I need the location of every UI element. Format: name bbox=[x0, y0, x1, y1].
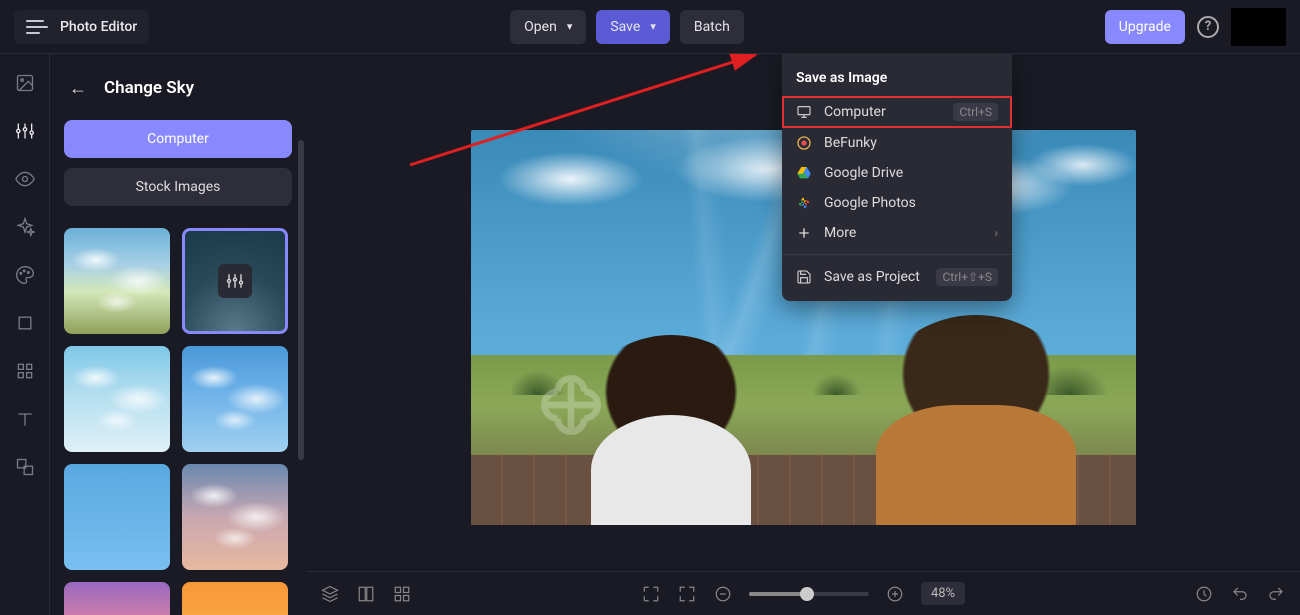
dropdown-item-label: BeFunky bbox=[824, 135, 877, 151]
google-photos-icon bbox=[796, 195, 812, 211]
chevron-right-icon: › bbox=[994, 226, 998, 240]
sky-thumb[interactable] bbox=[64, 582, 170, 615]
sky-thumbnail-grid bbox=[64, 228, 292, 615]
keyboard-shortcut: Ctrl+⇧+S bbox=[936, 268, 998, 286]
grid-icon[interactable] bbox=[392, 584, 412, 604]
dropdown-item-save-project[interactable]: Save as Project Ctrl+⇧+S bbox=[782, 261, 1012, 293]
save-icon bbox=[796, 269, 812, 285]
crop-tool-icon[interactable] bbox=[14, 312, 36, 334]
topbar: Photo Editor Open ▾ Save ▾ Batch Upgrade… bbox=[0, 0, 1300, 54]
chevron-down-icon: ▾ bbox=[650, 20, 656, 33]
help-icon[interactable]: ? bbox=[1197, 16, 1219, 38]
sky-thumb[interactable] bbox=[182, 346, 288, 452]
user-avatar[interactable] bbox=[1231, 8, 1286, 46]
bottom-left-group bbox=[320, 584, 412, 604]
back-button[interactable]: ← bbox=[64, 74, 92, 102]
compare-icon[interactable] bbox=[356, 584, 376, 604]
sky-thumb[interactable] bbox=[64, 228, 170, 334]
zoom-slider[interactable] bbox=[749, 592, 869, 596]
image-tool-icon[interactable] bbox=[14, 72, 36, 94]
batch-label: Batch bbox=[694, 19, 730, 35]
top-center-buttons: Open ▾ Save ▾ Batch bbox=[510, 10, 744, 44]
dropdown-item-befunky[interactable]: BeFunky bbox=[782, 128, 1012, 158]
shapes-tool-icon[interactable] bbox=[14, 456, 36, 478]
sky-thumb[interactable] bbox=[182, 228, 288, 334]
app-title: Photo Editor bbox=[60, 19, 137, 35]
panel-tabs: Computer Stock Images bbox=[64, 120, 292, 206]
sliders-tool-icon[interactable] bbox=[14, 120, 36, 142]
sky-thumb[interactable] bbox=[182, 464, 288, 570]
sparkle-tool-icon[interactable] bbox=[14, 216, 36, 238]
dropdown-item-gdrive[interactable]: Google Drive bbox=[782, 158, 1012, 188]
dropdown-item-computer[interactable]: Computer Ctrl+S bbox=[782, 96, 1012, 128]
bottom-right-group bbox=[1194, 584, 1286, 604]
dropdown-item-label: Google Photos bbox=[824, 195, 916, 211]
dropdown-header: Save as Image bbox=[782, 66, 1012, 96]
side-panel: ← Change Sky Computer Stock Images bbox=[50, 54, 306, 615]
sky-thumb[interactable] bbox=[64, 346, 170, 452]
open-button[interactable]: Open ▾ bbox=[510, 10, 586, 44]
retouch-tool-icon[interactable] bbox=[14, 360, 36, 382]
dropdown-item-label: Google Drive bbox=[824, 165, 903, 181]
zoom-out-icon[interactable] bbox=[713, 584, 733, 604]
history-icon[interactable] bbox=[1194, 584, 1214, 604]
bottombar: 48% bbox=[306, 571, 1300, 615]
dropdown-item-label: Save as Project bbox=[824, 269, 920, 285]
panel-title: Change Sky bbox=[104, 78, 194, 98]
dropdown-item-gphotos[interactable]: Google Photos bbox=[782, 188, 1012, 218]
top-right: Upgrade ? bbox=[1105, 8, 1286, 46]
fit-icon[interactable] bbox=[677, 584, 697, 604]
tab-computer[interactable]: Computer bbox=[64, 120, 292, 158]
save-dropdown: Save as Image Computer Ctrl+S BeFunky Go… bbox=[782, 54, 1012, 301]
text-tool-icon[interactable] bbox=[14, 408, 36, 430]
canvas-person-right bbox=[866, 315, 1086, 525]
zoom-in-icon[interactable] bbox=[885, 584, 905, 604]
redo-icon[interactable] bbox=[1266, 584, 1286, 604]
dropdown-separator bbox=[782, 254, 1012, 255]
eye-tool-icon[interactable] bbox=[14, 168, 36, 190]
watermark-icon bbox=[531, 365, 611, 445]
open-label: Open bbox=[524, 19, 557, 35]
dropdown-item-label: Computer bbox=[824, 104, 886, 120]
google-drive-icon bbox=[796, 165, 812, 181]
dropdown-item-label: More bbox=[824, 225, 856, 241]
sky-thumb[interactable] bbox=[182, 582, 288, 615]
layers-icon[interactable] bbox=[320, 584, 340, 604]
palette-tool-icon[interactable] bbox=[14, 264, 36, 286]
upgrade-label: Upgrade bbox=[1119, 19, 1171, 35]
app-menu[interactable]: Photo Editor bbox=[14, 10, 149, 44]
plus-icon bbox=[796, 225, 812, 241]
save-label: Save bbox=[610, 19, 640, 35]
batch-button[interactable]: Batch bbox=[680, 10, 744, 44]
monitor-icon bbox=[796, 104, 812, 120]
undo-icon[interactable] bbox=[1230, 584, 1250, 604]
bottom-center-group: 48% bbox=[641, 582, 965, 605]
panel-header: ← Change Sky bbox=[64, 74, 292, 102]
upgrade-button[interactable]: Upgrade bbox=[1105, 10, 1185, 44]
save-button[interactable]: Save ▾ bbox=[596, 10, 669, 44]
hamburger-icon bbox=[26, 16, 48, 38]
dropdown-item-more[interactable]: More › bbox=[782, 218, 1012, 248]
befunky-icon bbox=[796, 135, 812, 151]
zoom-value[interactable]: 48% bbox=[921, 582, 965, 605]
toolstrip bbox=[0, 54, 50, 615]
keyboard-shortcut: Ctrl+S bbox=[953, 103, 998, 121]
panel-scrollbar[interactable] bbox=[298, 110, 304, 615]
expand-icon[interactable] bbox=[641, 584, 661, 604]
chevron-down-icon: ▾ bbox=[567, 20, 573, 33]
sky-thumb[interactable] bbox=[64, 464, 170, 570]
adjust-badge-icon[interactable] bbox=[218, 264, 252, 298]
tab-stock-images[interactable]: Stock Images bbox=[64, 168, 292, 206]
